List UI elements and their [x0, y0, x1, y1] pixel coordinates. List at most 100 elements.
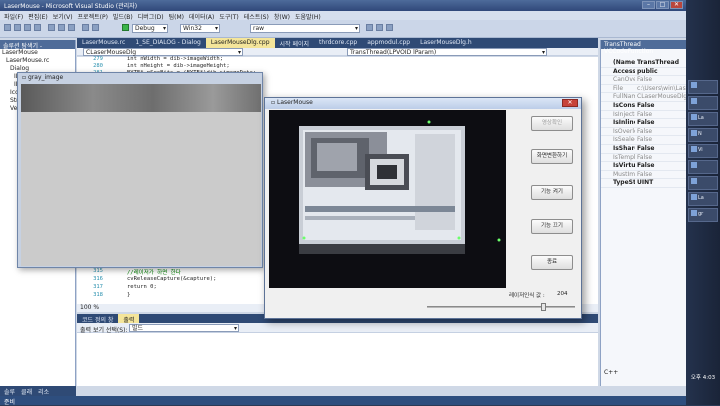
dialog-close-icon[interactable]: ✕ [562, 99, 578, 107]
menu-item[interactable]: 프로젝트(P) [78, 12, 108, 21]
minimize-icon[interactable]: – [642, 1, 655, 9]
taskbar-clock[interactable]: 오후 4:03 [686, 375, 720, 397]
code-line[interactable]: cvReleaseCapture(&capture); [127, 276, 216, 282]
gray-image-window: ▫ gray_image [17, 72, 263, 268]
gray-image-title: gray_image [28, 74, 64, 81]
code-line[interactable]: } [127, 292, 130, 298]
dialog-button[interactable]: 화면변환하기 [531, 149, 573, 164]
close-icon[interactable]: ✕ [670, 1, 683, 9]
document-tab[interactable]: 시작 페이지 [275, 38, 315, 48]
solution-explorer-icon[interactable] [376, 24, 383, 31]
property-row[interactable]: File c:\Users\win\LaserMouse\LaserMouseDl… [601, 85, 686, 94]
document-tab[interactable]: LaserMouseDlg.cpp [205, 38, 275, 48]
output-tab[interactable]: 출력 [118, 314, 140, 324]
dialog-button[interactable]: 기능 켜기 [531, 185, 573, 200]
menu-item[interactable]: 테스트(S) [244, 12, 269, 21]
config-combo[interactable]: Debug [132, 24, 168, 33]
save-all-icon[interactable] [34, 24, 41, 31]
save-icon[interactable] [24, 24, 31, 31]
gray-image-canvas [21, 84, 261, 266]
menu-item[interactable]: 디버그(D) [138, 12, 164, 21]
property-row[interactable]: IsVirtualFalse [601, 162, 686, 171]
left-panel-tab[interactable]: 클래 [19, 386, 34, 396]
output-tab[interactable]: 코드 정의 창 [77, 314, 118, 324]
menu-item[interactable]: 파일(F) [4, 12, 23, 21]
new-project-icon[interactable] [4, 24, 11, 31]
vs-title-bar[interactable]: LaserMouse - Microsoft Visual Studio (관리… [0, 0, 686, 11]
cut-icon[interactable] [48, 24, 55, 31]
open-file-icon[interactable] [14, 24, 21, 31]
dialog-title-bar[interactable]: ▫ LaserMouse ✕ [265, 98, 581, 109]
property-row[interactable]: IsConstantFalse [601, 102, 686, 111]
property-row[interactable]: IsTemplateFalse [601, 154, 686, 163]
start-debug-icon[interactable] [122, 24, 129, 31]
slider-track[interactable] [427, 306, 575, 308]
output-source-combo[interactable]: 빌드 [129, 324, 239, 332]
dialog-button[interactable]: 영상확인 [531, 116, 573, 131]
undo-icon[interactable] [82, 24, 89, 31]
property-name: TypeString [613, 179, 635, 187]
code-line[interactable]: int nWidth = dib->imageWidth; [127, 56, 223, 62]
property-row[interactable]: Access public [601, 68, 686, 77]
slider-thumb[interactable] [541, 303, 546, 311]
code-line[interactable]: //레이저가 하면 한다 [127, 268, 181, 276]
property-row[interactable]: IsSharedFalse [601, 145, 686, 154]
menu-item[interactable]: 도움말(H) [295, 12, 321, 21]
property-row[interactable]: TypeStringUINT [601, 179, 686, 188]
document-tab[interactable]: 1_SE_DIALOG - Dialog [130, 38, 206, 48]
property-row[interactable]: IsInlineFalse [601, 119, 686, 128]
taskbar-item[interactable] [688, 176, 718, 190]
document-tab[interactable]: thrdcore.cpp [314, 38, 362, 48]
property-row[interactable]: MustImplementFalse [601, 171, 686, 180]
taskbar-item[interactable]: gr [688, 208, 718, 222]
left-panel-tab[interactable]: 리소 [36, 386, 51, 396]
member-combo[interactable]: TransThread(LPVOID lParam) [347, 48, 547, 56]
find-icon[interactable] [366, 24, 373, 31]
taskbar-item[interactable]: La [688, 192, 718, 206]
dialog-button[interactable]: 종료 [531, 255, 573, 270]
left-panel-tab[interactable]: 솔루 [2, 386, 17, 396]
redo-icon[interactable] [92, 24, 99, 31]
taskbar-item[interactable] [688, 80, 718, 94]
property-value: False [637, 110, 653, 118]
gray-image-title-bar[interactable]: ▫ gray_image [18, 73, 262, 83]
copy-icon[interactable] [58, 24, 65, 31]
code-line[interactable]: int nHeight = dib->imageHeight; [127, 63, 230, 69]
properties-icon[interactable] [386, 24, 393, 31]
line-number: 318 [93, 292, 103, 298]
maximize-icon[interactable]: □ [656, 1, 669, 9]
code-line[interactable]: return 0; [127, 284, 157, 290]
menu-item[interactable]: 보기(V) [53, 12, 73, 21]
platform-combo[interactable]: Win32 [180, 24, 220, 33]
taskbar-item[interactable] [688, 160, 718, 174]
property-row[interactable]: FullNameCLaserMouseDlg::TransThread [601, 93, 686, 102]
property-row[interactable]: IsSealedFalse [601, 136, 686, 145]
scope-combo[interactable]: CLaserMouseDlg [83, 48, 243, 56]
menu-item[interactable]: 빌드(B) [113, 12, 133, 21]
property-row[interactable]: (Name)TransThread [601, 59, 686, 68]
paste-icon[interactable] [68, 24, 75, 31]
menu-item[interactable]: 창(W) [274, 12, 290, 21]
document-tab[interactable]: appmodul.cpp [362, 38, 415, 48]
menu-item[interactable]: 도구(T) [219, 12, 238, 21]
tree-item[interactable]: LaserMouse.rc [0, 57, 75, 65]
find-combo[interactable]: raw [250, 24, 360, 33]
property-row[interactable]: IsOverloadedFalse [601, 128, 686, 137]
menu-item[interactable]: 편집(E) [28, 12, 48, 21]
taskbar-item[interactable] [688, 96, 718, 110]
property-row[interactable]: IsInjectedFalse [601, 111, 686, 120]
document-tab[interactable]: LaserMouse.rc [77, 38, 130, 48]
document-tab[interactable]: LaserMouseDlg.h [415, 38, 477, 48]
taskbar-item-label: N [698, 130, 702, 137]
property-value: c:\Users\win\LaserMouse\LaserMouseDlg.h [637, 84, 686, 92]
menu-item[interactable]: 데이터(A) [189, 12, 214, 21]
menu-item[interactable]: 팀(M) [169, 12, 184, 21]
dialog-button[interactable]: 기능 끄기 [531, 219, 573, 234]
taskbar-item[interactable]: Vi [688, 144, 718, 158]
threshold-slider[interactable] [427, 303, 575, 311]
taskbar-item[interactable]: N [688, 128, 718, 142]
property-value: UINT [637, 179, 654, 187]
tree-item[interactable]: LaserMouse [0, 49, 75, 57]
taskbar-item[interactable]: La [688, 112, 718, 126]
property-row[interactable]: CanOverrideFalse [601, 76, 686, 85]
